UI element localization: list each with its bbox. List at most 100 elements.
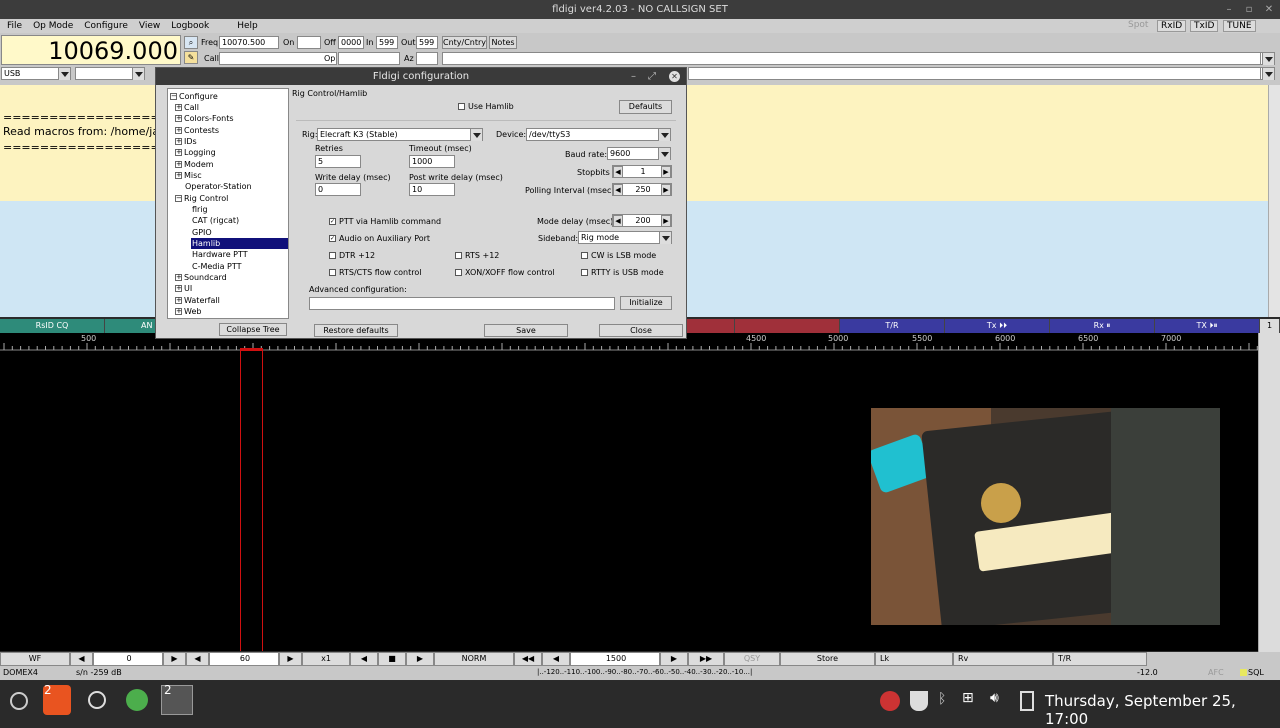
on-field[interactable] xyxy=(297,36,321,49)
dtr-checkbox[interactable]: DTR +12 xyxy=(329,251,375,260)
tree-configure[interactable]: − Configure xyxy=(170,91,218,102)
range-field[interactable]: 60 xyxy=(209,652,279,666)
shield-icon[interactable] xyxy=(910,691,928,711)
tree-gpio[interactable]: GPIO xyxy=(192,227,212,238)
notes-button[interactable]: Notes xyxy=(489,36,517,49)
defaults-button[interactable]: Defaults xyxy=(619,100,672,114)
lock-button[interactable]: Lk xyxy=(875,652,953,666)
tree-web[interactable]: + Web xyxy=(175,306,201,317)
tree-contests[interactable]: + Contests xyxy=(175,125,219,136)
lookup-icon[interactable]: ⌕ xyxy=(184,36,198,49)
timeout-field[interactable]: 1000 xyxy=(409,155,455,168)
close-icon[interactable]: ✕ xyxy=(1262,0,1276,19)
tree-hardware-ptt[interactable]: Hardware PTT xyxy=(192,249,248,260)
wf-right-icon[interactable]: ▶ xyxy=(163,652,186,666)
apps-icon[interactable] xyxy=(126,689,148,711)
xon-xoff-checkbox[interactable]: XON/XOFF flow control xyxy=(455,268,555,277)
macro-rx[interactable]: Rx ⏸ xyxy=(1050,319,1155,333)
retries-field[interactable]: 5 xyxy=(315,155,361,168)
menu-configure[interactable]: Configure xyxy=(84,21,128,31)
tree-flrig[interactable]: flrig xyxy=(192,204,208,215)
tree-cat-rigcat[interactable]: CAT (rigcat) xyxy=(192,215,239,226)
qth-dropdown[interactable] xyxy=(1260,52,1275,65)
close-button[interactable]: Close xyxy=(599,324,683,337)
tree-operator-station[interactable]: Operator-Station xyxy=(185,181,252,192)
tree-ui[interactable]: + UI xyxy=(175,283,192,294)
rst-in-field[interactable]: 599 xyxy=(376,36,398,49)
range-left-icon[interactable]: ◀ xyxy=(186,652,209,666)
off-field[interactable]: 0000 xyxy=(338,36,364,49)
menu-help[interactable]: Help xyxy=(237,21,258,31)
reverse-button[interactable]: Rv xyxy=(953,652,1053,666)
tree-hamlib[interactable]: Hamlib xyxy=(191,238,288,249)
tune-button[interactable]: TUNE xyxy=(1223,20,1256,32)
tree-waterfall[interactable]: + Waterfall xyxy=(175,295,220,306)
dialog-close-icon[interactable]: ✕ xyxy=(669,71,680,82)
freq-field[interactable]: 10070.500 xyxy=(219,36,279,49)
volume-icon[interactable]: 🔊︎ xyxy=(990,690,999,706)
stop-icon[interactable]: ■ xyxy=(378,652,406,666)
tree-ids[interactable]: + IDs xyxy=(175,136,197,147)
polling-spinner[interactable]: ◀ 250 ▶ xyxy=(612,183,672,196)
op-field[interactable] xyxy=(338,52,400,65)
clock[interactable]: Thursday, September 25, 17:00 xyxy=(1045,692,1280,728)
call-field[interactable] xyxy=(219,52,337,65)
menu-view[interactable]: View xyxy=(139,21,160,31)
tree-misc[interactable]: + Misc xyxy=(175,170,202,181)
dialog-maximize-icon[interactable]: ⤢ xyxy=(648,68,656,85)
macro-bank[interactable]: 1 xyxy=(1260,319,1280,333)
prev-icon[interactable]: ◀ xyxy=(350,652,378,666)
tree-cmedia-ptt[interactable]: C-Media PTT xyxy=(192,261,242,272)
macro-tx[interactable]: Tx ⏵⏵ xyxy=(945,319,1050,333)
write-delay-field[interactable]: 0 xyxy=(315,183,361,196)
step-right-icon[interactable]: ▶ xyxy=(660,652,688,666)
log-field[interactable] xyxy=(688,67,1266,80)
dialog-minimize-icon[interactable]: – xyxy=(631,68,636,85)
speed-button[interactable]: NORM xyxy=(434,652,514,666)
minimize-icon[interactable]: – xyxy=(1222,0,1236,19)
advanced-field[interactable] xyxy=(309,297,615,310)
zoom-button[interactable]: x1 xyxy=(302,652,350,666)
post-write-field[interactable]: 10 xyxy=(409,183,455,196)
range-right-icon[interactable]: ▶ xyxy=(279,652,302,666)
menu-logbook[interactable]: Logbook xyxy=(171,21,209,31)
menu-icon[interactable] xyxy=(10,692,28,710)
waterfall-display[interactable] xyxy=(0,348,1258,651)
menu-op-mode[interactable]: Op Mode xyxy=(33,21,73,31)
rst-out-field[interactable]: 599 xyxy=(416,36,438,49)
wf-left-icon[interactable]: ◀ xyxy=(70,652,93,666)
mode-selector[interactable]: USB xyxy=(1,67,71,80)
tx-scrollbar[interactable] xyxy=(1268,201,1280,317)
tr-button[interactable]: T/R xyxy=(1053,652,1147,666)
tree-logging[interactable]: + Logging xyxy=(175,147,216,158)
macro-tr[interactable]: T/R xyxy=(840,319,945,333)
restore-defaults-button[interactable]: Restore defaults xyxy=(314,324,398,337)
cw-lsb-checkbox[interactable]: CW is LSB mode xyxy=(581,251,656,260)
rxid-button[interactable]: RxID xyxy=(1157,20,1187,32)
step-left-icon[interactable]: ◀ xyxy=(542,652,570,666)
collapse-tree-button[interactable]: Collapse Tree xyxy=(219,323,287,336)
tree-soundcard[interactable]: + Soundcard xyxy=(175,272,227,283)
log-dropdown[interactable] xyxy=(1260,67,1275,80)
clipboard-icon[interactable] xyxy=(1020,691,1034,711)
az-field[interactable] xyxy=(416,52,438,65)
rts-checkbox[interactable]: RTS +12 xyxy=(455,251,499,260)
tree-colors-fonts[interactable]: + Colors-Fonts xyxy=(175,113,234,124)
next-icon[interactable]: ▶ xyxy=(406,652,434,666)
pencil-icon[interactable]: ✎ xyxy=(184,51,198,64)
network-icon[interactable]: ⊞ xyxy=(962,690,974,706)
menu-file[interactable]: File xyxy=(7,21,22,31)
stopbits-spinner[interactable]: ◀ 1 ▶ xyxy=(612,165,672,178)
txid-button[interactable]: TxID xyxy=(1190,20,1219,32)
wf-button[interactable]: WF xyxy=(0,652,70,666)
country-button[interactable]: Cnty/Cntry xyxy=(442,36,487,49)
waterfall-scrollbar[interactable] xyxy=(1258,333,1280,652)
sql-toggle[interactable]: SQL xyxy=(1248,668,1264,677)
wf-offset-field[interactable]: 0 xyxy=(93,652,163,666)
afc-toggle[interactable]: AFC xyxy=(1208,668,1224,677)
bandwidth-selector[interactable] xyxy=(75,67,145,80)
use-hamlib-checkbox[interactable]: Use Hamlib xyxy=(458,102,514,111)
store-button[interactable]: Store xyxy=(780,652,875,666)
maximize-icon[interactable]: ▫ xyxy=(1242,0,1256,19)
tree-rig-control[interactable]: − Rig Control xyxy=(175,193,228,204)
